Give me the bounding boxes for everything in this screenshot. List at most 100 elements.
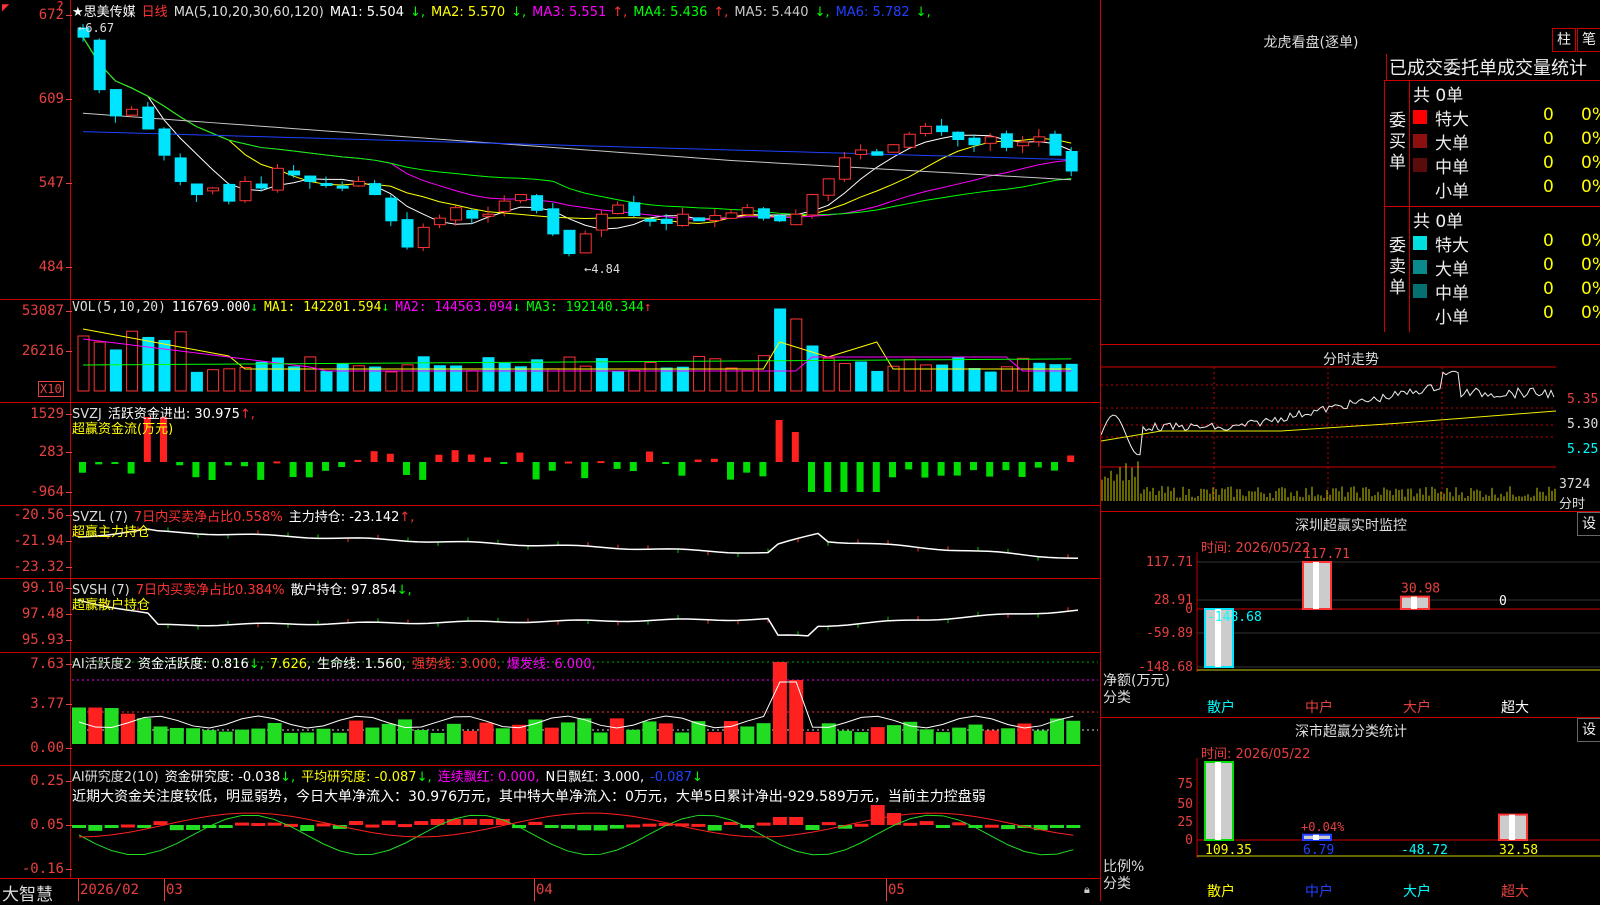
sz-monitor-bar-label: 117.71 (1303, 547, 1350, 562)
sz-class-tick: 50 (1177, 797, 1193, 812)
ma-values: MA1: 5.504 ↓, MA2: 5.570 ↓, MA3: 5.551 ↑, MA4:… (329, 5, 931, 20)
tick-view-button[interactable]: 笔 (1577, 28, 1600, 52)
research-bar (593, 825, 608, 831)
sell-row-xl: 特大00% (1411, 231, 1600, 256)
volume-bar (838, 363, 851, 392)
sz-class-tick: 0 (1185, 833, 1193, 848)
sz-monitor-chart[interactable]: 117.7128.910-59.89-148.68-148.68散户117.71… (1101, 512, 1600, 718)
activity-bar (300, 732, 315, 744)
activity-bar (772, 662, 787, 744)
candle (336, 185, 349, 189)
activity-bar (642, 721, 657, 744)
period-label[interactable]: 日线 (142, 5, 168, 20)
sell-row-l: 大单00% (1411, 255, 1600, 280)
volume-bar (628, 370, 641, 392)
candle (482, 213, 495, 217)
kline-chart[interactable] (0, 0, 1100, 299)
flow-bar (937, 462, 945, 476)
bar-highlight (1313, 834, 1319, 840)
volume-bar (903, 358, 916, 392)
activity-bar (968, 724, 983, 744)
volume-panel[interactable]: 53087 26216 X10 VOL(5,10,20) 116769.000↓ M… (0, 299, 1100, 403)
activity-bar (838, 730, 853, 744)
flow-bar (386, 453, 394, 462)
star-icon[interactable]: ★ (72, 5, 84, 20)
activity-bar (186, 728, 201, 744)
buy-row-m: 中单00% (1411, 153, 1600, 178)
intraday-chart[interactable] (1101, 345, 1600, 512)
ai-activity-panel[interactable]: 7.63 3.77 0.00 AI活跃度2 资金活跃度: 0.816↓, 7.626… (0, 652, 1100, 766)
flow-bar (565, 461, 572, 464)
sz-monitor-tick: 0 (1185, 602, 1193, 617)
activity-bar (251, 728, 266, 744)
kline-panel[interactable]: 672 609 547 484 ◤ ? ★思美传媒 日线 MA(5,10,20,30… (0, 0, 1100, 300)
svsh-panel[interactable]: 99.10 97.48 95.93 SVSH (7) 7日内买卖净占比0.384%… (0, 578, 1100, 653)
date-tick (78, 879, 79, 901)
activity-bar (740, 726, 755, 744)
sell-row-s: 小单00% (1435, 303, 1600, 328)
activity-bar (789, 680, 804, 744)
flow-bar (500, 462, 508, 464)
candle (385, 197, 398, 222)
activity-bar (561, 722, 575, 744)
sz-monitor-xlabel: 分类 (1103, 690, 1131, 706)
bar-view-button[interactable]: 柱 (1552, 28, 1576, 52)
activity-bar (430, 732, 445, 744)
flow-bar (629, 462, 637, 472)
lock-icon[interactable]: 🔒︎ (1084, 883, 1090, 897)
bar-highlight (1215, 762, 1221, 840)
candle (579, 233, 592, 254)
candle (190, 183, 203, 196)
candle (207, 187, 220, 192)
ai-research-comment: 近期大资金关注度较低，明显弱势，今日大单净流入：30.976万元，其中特大单净流… (72, 789, 986, 805)
flow-bar (338, 462, 346, 468)
flow-bar (224, 462, 232, 466)
candle (271, 167, 284, 191)
sz-monitor-bar-label: -148.68 (1207, 610, 1262, 625)
sz-class-panel[interactable]: 深市超赢分类统计 设 时间: 2026/05/22 75 50 25 0 109.35 散… (1100, 717, 1600, 901)
volume-bar (93, 341, 106, 392)
activity-bar (707, 732, 722, 744)
candle (612, 204, 625, 215)
research-bar (528, 821, 543, 825)
research-bar (691, 823, 706, 827)
sz-class-chart[interactable]: 7550250109.35散户6.79中户-48.72大户32.58超大+0.0… (1101, 718, 1600, 901)
intraday-panel[interactable]: 分时走势 5.35 5.30 5.25 3724 分时 (1100, 344, 1600, 512)
research-bar (935, 825, 950, 828)
volume-bar (417, 356, 430, 392)
ma-value: MA1: 5.504 (329, 5, 404, 20)
ma-value: MA5: 5.440 (734, 5, 809, 20)
candle (709, 215, 722, 221)
research-bar (772, 817, 787, 825)
flow-bar (111, 462, 119, 464)
candle (401, 219, 414, 248)
flow-bar (403, 462, 410, 475)
volume-bar (158, 339, 171, 392)
svzl-panel[interactable]: -20.56 -21.94 -23.32 SVZL (7) 7日内买卖净占比0.5… (0, 505, 1100, 579)
research-bar (414, 821, 429, 825)
sz-class-category: 散户 (1207, 883, 1235, 900)
volume-bar (709, 358, 722, 392)
activity-bar (137, 718, 152, 744)
activity-bar (365, 727, 380, 744)
activity-bar (887, 725, 901, 744)
volume-bar (77, 335, 90, 392)
research-bar (186, 825, 201, 830)
flow-bar (1002, 462, 1010, 471)
activity-bar (658, 723, 673, 744)
sz-class-xlabel: 分类 (1103, 876, 1131, 892)
stock-name[interactable]: 思美传媒 (84, 5, 136, 20)
brand-logo[interactable]: 大智慧 (2, 880, 53, 905)
activity-bar (169, 727, 184, 744)
activity-bar (984, 730, 999, 744)
date-label: 03 (166, 882, 183, 898)
volume-bar (871, 370, 884, 392)
svzj-panel[interactable]: 1529 283 -964 SVZJ 活跃资金进出: 30.975↑, 超赢资金流… (0, 402, 1100, 506)
hold-line (77, 528, 1079, 559)
ai-research-panel[interactable]: 0.25 0.05 -0.16 AI研究度2(10) 资金研究度: -0.038↓… (0, 765, 1100, 878)
sz-monitor-panel[interactable]: 深圳超赢实时监控 设 时间: 2026/05/22 117.71 28.91 0 -5… (1100, 511, 1600, 718)
activity-bar (72, 707, 86, 744)
candle (725, 212, 738, 219)
activity-bar (120, 713, 135, 744)
flow-bar (79, 462, 86, 473)
